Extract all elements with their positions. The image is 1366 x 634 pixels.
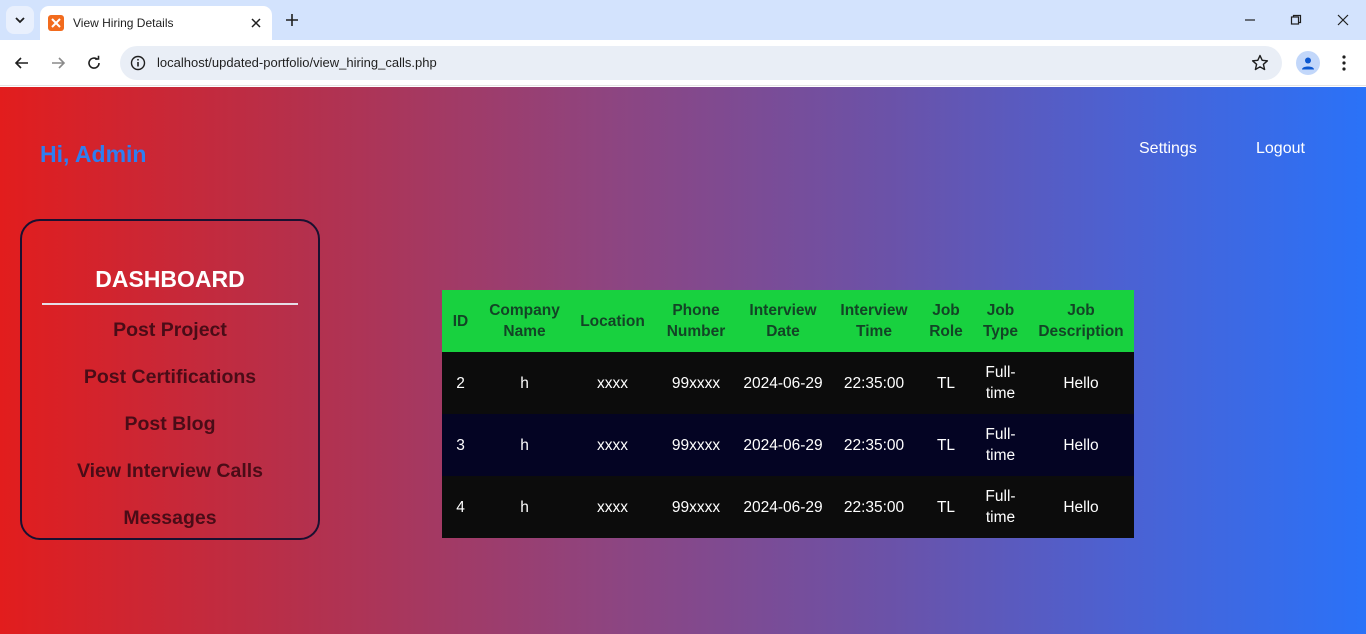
col-header-interview-date: Interview Date bbox=[737, 290, 829, 352]
cell-job-type: Full-time bbox=[973, 352, 1028, 414]
chevron-down-icon bbox=[15, 17, 25, 24]
new-tab-plus-icon[interactable] bbox=[282, 10, 302, 30]
minimize-icon[interactable] bbox=[1240, 10, 1260, 30]
browser-menu-icon[interactable] bbox=[1334, 51, 1354, 75]
sidebar-divider bbox=[42, 303, 298, 305]
cell-id: 2 bbox=[442, 352, 479, 414]
cell-job-type: Full-time bbox=[973, 476, 1028, 538]
col-header-location: Location bbox=[570, 290, 655, 352]
sidebar-item-post-blog[interactable]: Post Blog bbox=[22, 413, 318, 436]
cell-id: 3 bbox=[442, 414, 479, 476]
cell-company-name: h bbox=[479, 476, 570, 538]
col-header-job-role: Job Role bbox=[919, 290, 973, 352]
cell-phone-number: 99xxxx bbox=[655, 476, 737, 538]
cell-company-name: h bbox=[479, 352, 570, 414]
cell-job-role: TL bbox=[919, 476, 973, 538]
cell-company-name: h bbox=[479, 414, 570, 476]
cell-location: xxxx bbox=[570, 414, 655, 476]
admin-greeting: Hi, Admin bbox=[40, 141, 147, 167]
cell-interview-date: 2024-06-29 bbox=[737, 352, 829, 414]
cell-interview-date: 2024-06-29 bbox=[737, 476, 829, 538]
xampp-icon bbox=[48, 15, 64, 31]
cell-job-type: Full-time bbox=[973, 414, 1028, 476]
cell-job-description: Hello bbox=[1028, 352, 1134, 414]
cell-interview-time: 22:35:00 bbox=[829, 352, 919, 414]
cell-job-role: TL bbox=[919, 352, 973, 414]
cell-id: 4 bbox=[442, 476, 479, 538]
bookmark-star-icon[interactable] bbox=[1250, 53, 1270, 73]
cell-interview-time: 22:35:00 bbox=[829, 476, 919, 538]
browser-toolbar: localhost/updated-portfolio/view_hiring_… bbox=[0, 40, 1366, 86]
sidebar-item-post-certifications[interactable]: Post Certifications bbox=[22, 366, 318, 389]
browser-tab-active[interactable]: View Hiring Details bbox=[40, 6, 272, 40]
table-row: 3 h xxxx 99xxxx 2024-06-29 22:35:00 TL F… bbox=[442, 414, 1134, 476]
col-header-job-description: Job Description bbox=[1028, 290, 1134, 352]
table-row: 2 h xxxx 99xxxx 2024-06-29 22:35:00 TL F… bbox=[442, 352, 1134, 414]
reload-icon[interactable] bbox=[82, 51, 106, 75]
sidebar-item-view-interview-calls[interactable]: View Interview Calls bbox=[22, 460, 318, 483]
sidebar-item-post-project[interactable]: Post Project bbox=[22, 319, 318, 342]
tab-search-button[interactable] bbox=[6, 6, 34, 34]
settings-link[interactable]: Settings bbox=[1139, 140, 1197, 158]
cell-interview-time: 22:35:00 bbox=[829, 414, 919, 476]
cell-job-description: Hello bbox=[1028, 476, 1134, 538]
col-header-phone-number: Phone Number bbox=[655, 290, 737, 352]
close-window-icon[interactable] bbox=[1333, 10, 1353, 30]
cell-location: xxxx bbox=[570, 352, 655, 414]
col-header-job-type: Job Type bbox=[973, 290, 1028, 352]
cell-job-description: Hello bbox=[1028, 414, 1134, 476]
back-arrow-icon[interactable] bbox=[10, 51, 34, 75]
tab-title: View Hiring Details bbox=[73, 16, 174, 30]
cell-phone-number: 99xxxx bbox=[655, 352, 737, 414]
cell-location: xxxx bbox=[570, 476, 655, 538]
profile-avatar-icon[interactable] bbox=[1296, 51, 1320, 75]
browser-tab-strip: View Hiring Details bbox=[0, 0, 1366, 40]
col-header-interview-time: Interview Time bbox=[829, 290, 919, 352]
url-text[interactable]: localhost/updated-portfolio/view_hiring_… bbox=[157, 55, 437, 70]
cell-interview-date: 2024-06-29 bbox=[737, 414, 829, 476]
table-header-row: ID Company Name Location Phone Number In… bbox=[442, 290, 1134, 352]
address-bar[interactable]: localhost/updated-portfolio/view_hiring_… bbox=[120, 46, 1282, 80]
logout-link[interactable]: Logout bbox=[1256, 140, 1305, 158]
sidebar-item-messages[interactable]: Messages bbox=[22, 507, 318, 530]
cell-phone-number: 99xxxx bbox=[655, 414, 737, 476]
col-header-company-name: Company Name bbox=[479, 290, 570, 352]
restore-icon[interactable] bbox=[1286, 10, 1306, 30]
col-header-id: ID bbox=[442, 290, 479, 352]
hiring-calls-table: ID Company Name Location Phone Number In… bbox=[442, 290, 1134, 538]
site-info-icon[interactable] bbox=[128, 53, 148, 73]
cell-job-role: TL bbox=[919, 414, 973, 476]
page-viewport: Hi, Admin Settings Logout DASHBOARD Post… bbox=[0, 87, 1366, 634]
dashboard-sidebar: DASHBOARD Post Project Post Certificatio… bbox=[20, 219, 320, 540]
forward-arrow-icon[interactable] bbox=[46, 51, 70, 75]
close-tab-icon[interactable] bbox=[248, 15, 264, 31]
sidebar-title: DASHBOARD bbox=[95, 266, 245, 292]
table-row: 4 h xxxx 99xxxx 2024-06-29 22:35:00 TL F… bbox=[442, 476, 1134, 538]
